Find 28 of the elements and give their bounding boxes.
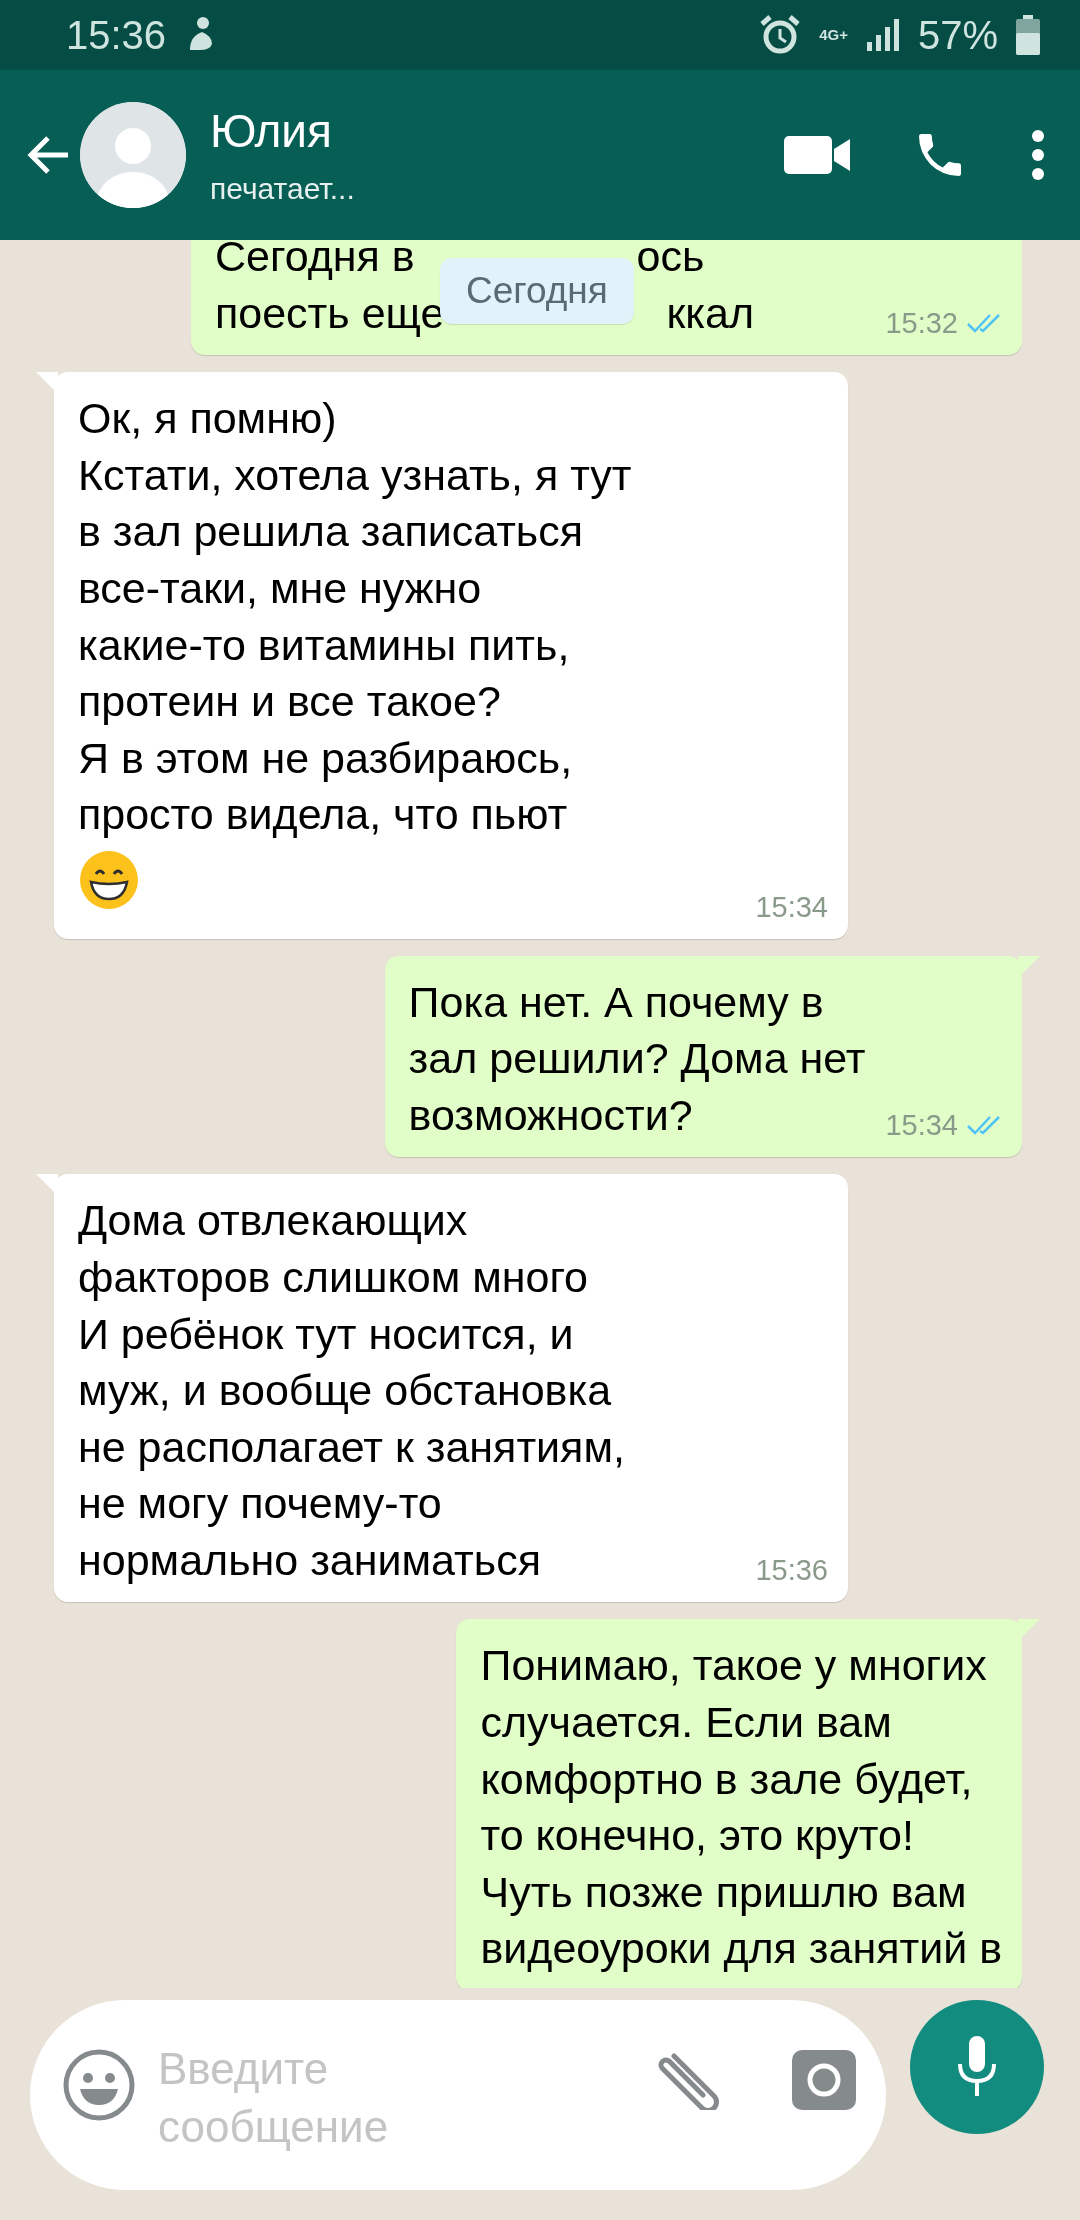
message-time: 15:34 xyxy=(885,1108,958,1144)
contact-name: Юлия xyxy=(210,104,333,158)
avatar[interactable] xyxy=(80,102,186,208)
network-type: 4G+ xyxy=(819,27,848,43)
battery-icon xyxy=(1016,15,1040,55)
message-time: 15:32 xyxy=(885,306,958,342)
status-time: 15:36 xyxy=(66,12,167,58)
video-call-icon[interactable] xyxy=(784,134,850,176)
message-text-fragment: ось xyxy=(636,240,705,282)
emoji-icon[interactable] xyxy=(62,2048,136,2122)
battery-percent: 57% xyxy=(917,12,998,58)
message-input-field[interactable]: Введите сообщение xyxy=(30,2000,886,2190)
message-time: 15:36 xyxy=(755,1553,828,1589)
back-arrow-icon[interactable] xyxy=(26,135,70,175)
message-text-fragment: Сегодня в xyxy=(215,240,415,282)
contact-status: печатает... xyxy=(210,172,355,206)
more-options-icon[interactable] xyxy=(1030,129,1046,181)
input-placeholder: Введите сообщение xyxy=(158,2043,390,2153)
camera-icon[interactable] xyxy=(792,2050,856,2110)
message-text: Ок, я помню) Кстати, хотела узнать, я тут в зал решила записаться все-таки, мне нужно какие-то витамины пить, протеин и все такое? Я в этом не разбираюсь, просто видела, что пьют xyxy=(78,394,632,839)
microphone-icon xyxy=(957,2036,997,2098)
signal-icon xyxy=(865,18,900,52)
message-text: Дома отвлекающих факторов слишком много И ребёнок тут носится, и муж, и вообще обстановка не располагает к занятиям, не могу почему-то нормально заниматься xyxy=(78,1196,625,1584)
message-text: Пока нет. А почему в зал решили? Дома нет возможности? xyxy=(408,977,866,1139)
alarm-icon xyxy=(759,14,802,56)
message-time: 15:34 xyxy=(755,889,828,925)
message-text: Понимаю, такое у многих случается. Если вам комфортно в зале будет, то конечно, это круто! Чуть позже пришлю вам видеоуроки для занятий в xyxy=(480,1641,1002,1973)
message-text-fragment: ккал xyxy=(666,287,754,339)
